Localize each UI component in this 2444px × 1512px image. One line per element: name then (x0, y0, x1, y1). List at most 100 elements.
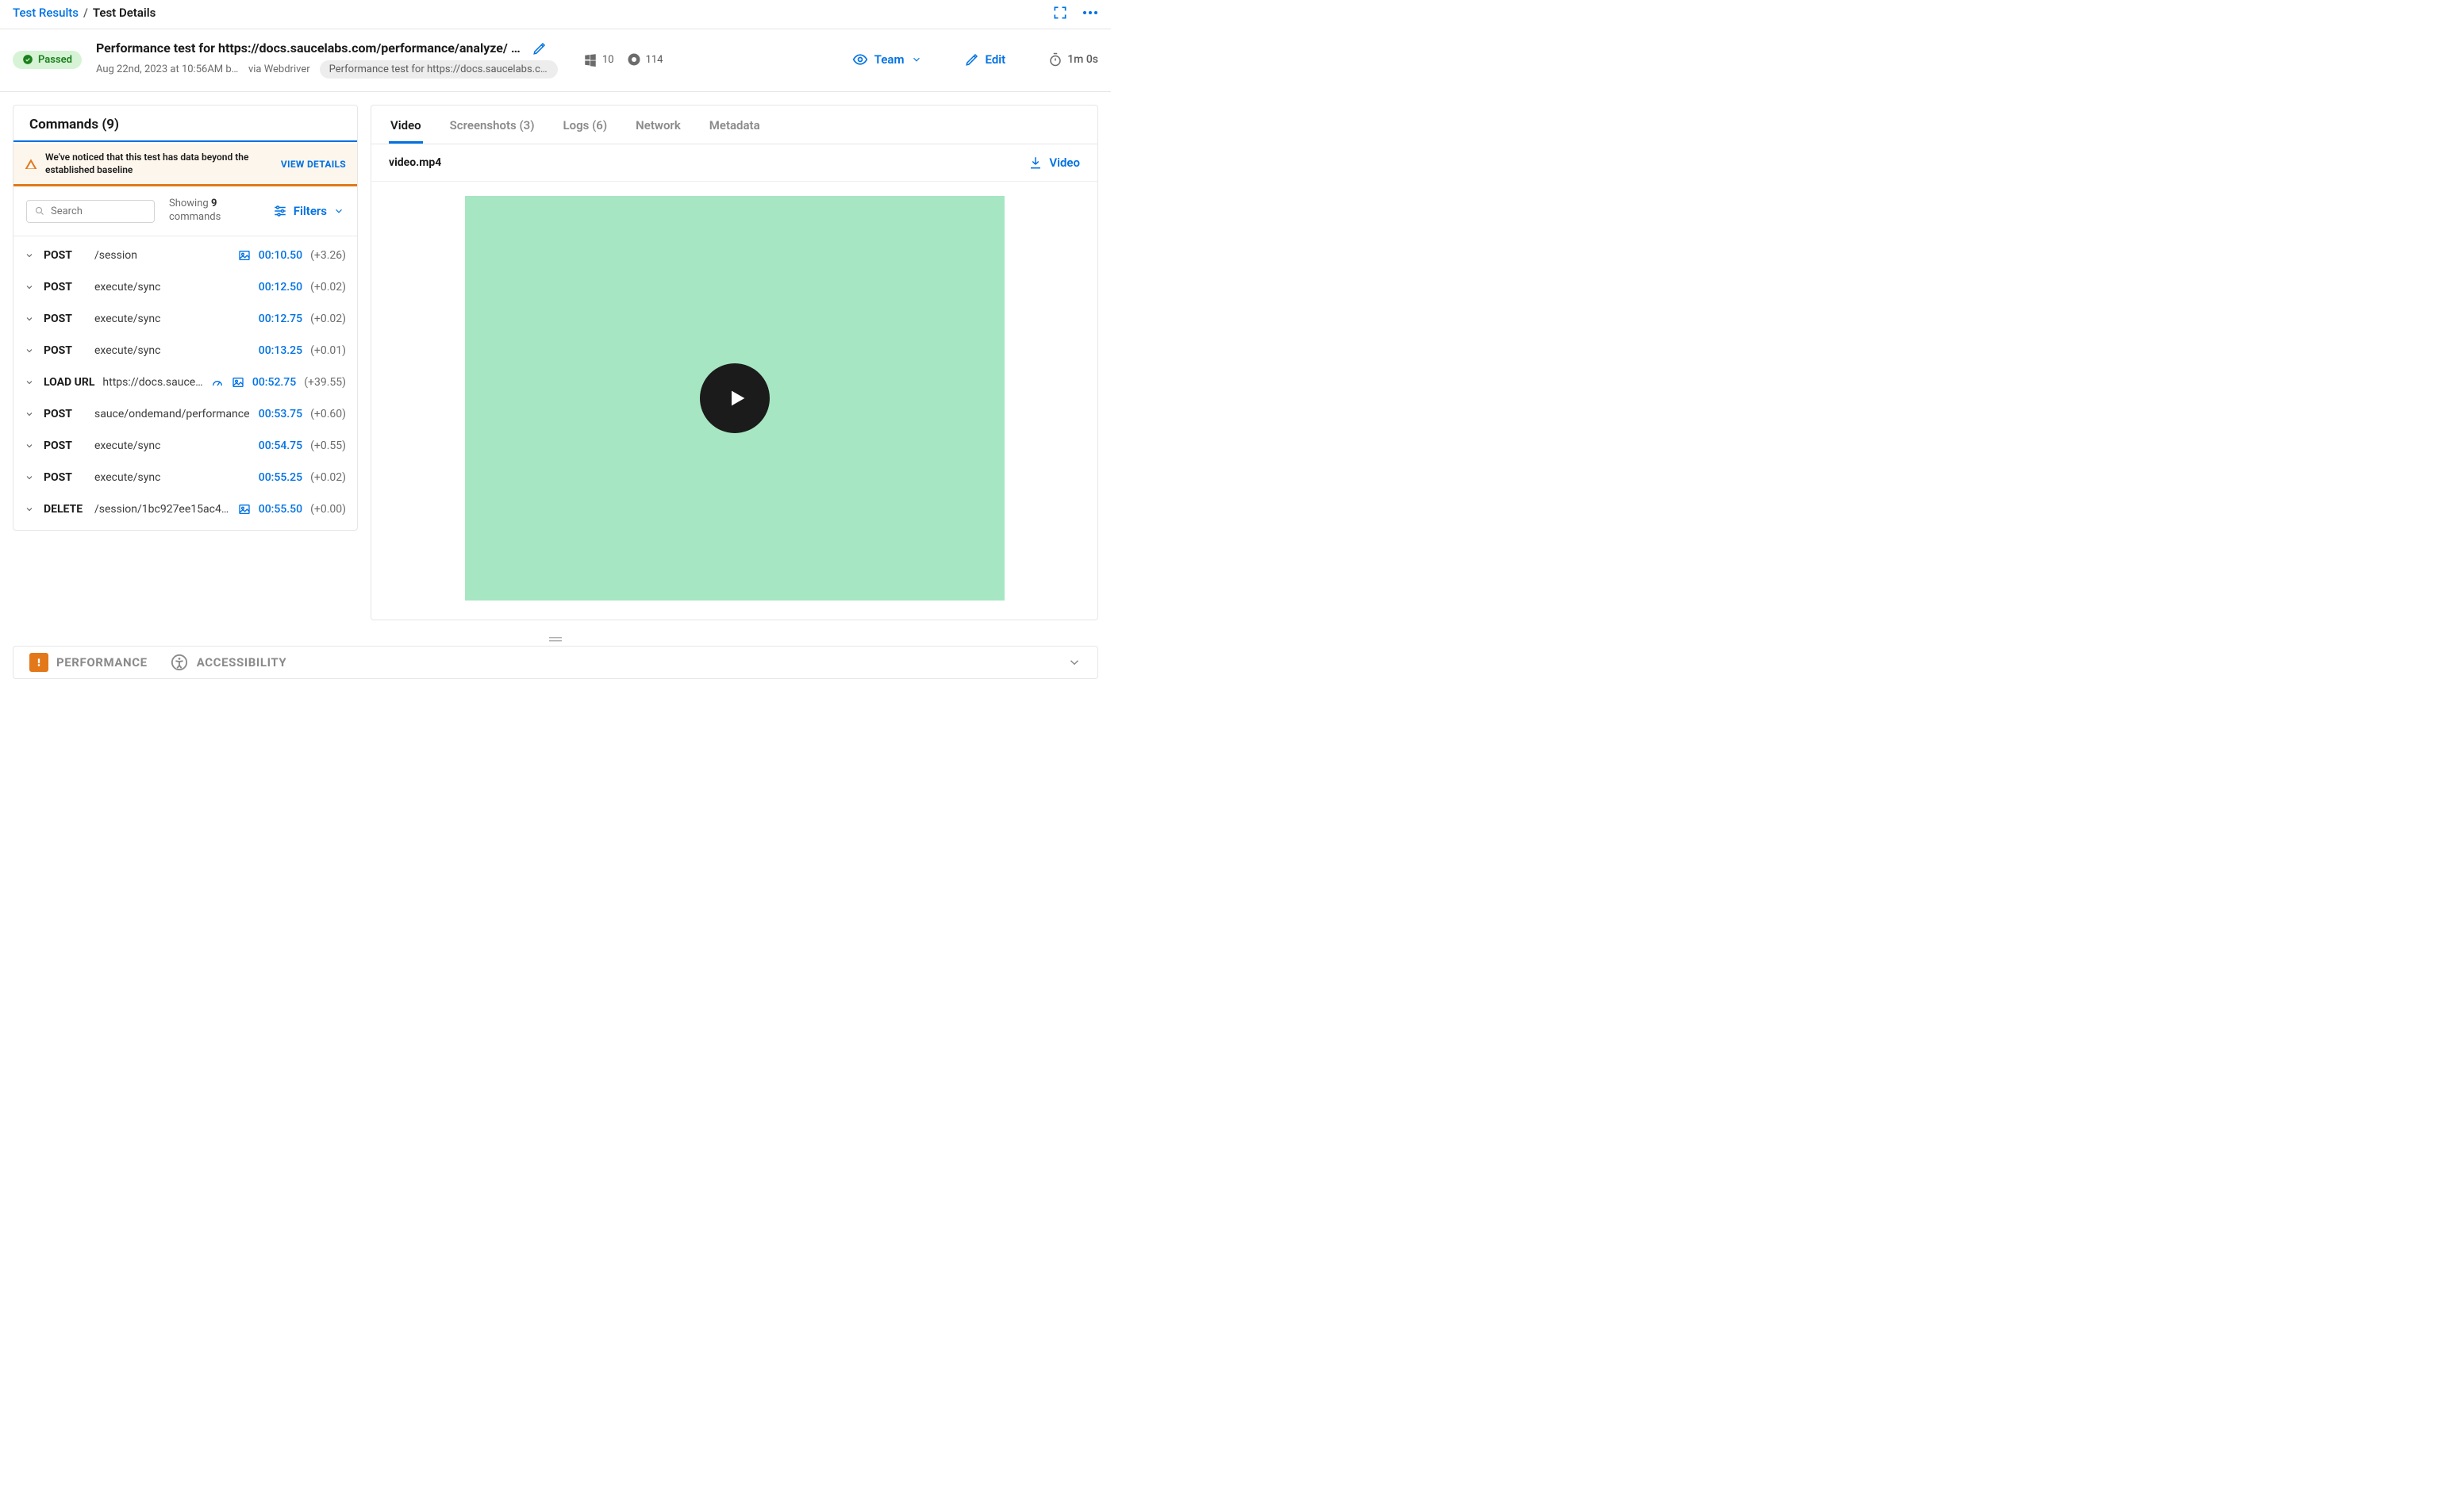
edit-title-icon[interactable] (532, 41, 547, 56)
download-video-button[interactable]: Video (1028, 155, 1080, 170)
command-row[interactable]: LOAD URLhttps://docs.saucelab...00:52.75… (13, 366, 357, 398)
breadcrumb-separator: / (83, 6, 88, 20)
tab-screenshots[interactable]: Screenshots (3) (448, 106, 536, 144)
commands-title: Commands (9) (13, 106, 357, 144)
chevron-down-icon[interactable] (25, 378, 36, 387)
tab-metadata[interactable]: Metadata (708, 106, 762, 144)
command-path: execute/sync (94, 344, 251, 357)
test-title: Performance test for https://docs.saucel… (96, 40, 525, 56)
windows-icon (583, 52, 598, 67)
check-circle-icon (22, 54, 33, 65)
chevron-down-icon (911, 54, 922, 65)
browser-version: 114 (646, 54, 663, 66)
exclamation-icon (29, 653, 48, 672)
media-panel: Video Screenshots (3) Logs (6) Network M… (371, 105, 1098, 620)
http-method: POST (44, 249, 86, 262)
team-label: Team (874, 52, 905, 67)
command-row[interactable]: POSTexecute/sync00:12.75(+0.02) (13, 303, 357, 335)
command-row[interactable]: DELETE/session/1bc927ee15ac4157a...00:55… (13, 493, 357, 525)
play-icon (726, 387, 748, 409)
command-delta: (+0.60) (310, 408, 346, 420)
baseline-warning: We've noticed that this test has data be… (13, 144, 357, 186)
chevron-down-icon[interactable] (25, 505, 36, 514)
accessibility-icon (170, 653, 189, 672)
via-label: via Webdriver (248, 63, 310, 75)
os-version: 10 (602, 54, 614, 66)
chevron-down-icon[interactable] (25, 251, 36, 260)
command-time[interactable]: 00:53.75 (259, 408, 302, 420)
command-time[interactable]: 00:55.50 (259, 503, 302, 516)
footer-tab-performance[interactable]: PERFORMANCE (29, 653, 148, 672)
test-header: Passed Performance test for https://docs… (0, 29, 1111, 92)
filters-button[interactable]: Filters (273, 204, 344, 218)
status-badge: Passed (13, 51, 82, 69)
team-dropdown[interactable]: Team (852, 52, 922, 67)
chevron-down-icon[interactable] (25, 441, 36, 451)
breadcrumb-parent-link[interactable]: Test Results (13, 6, 79, 20)
command-time[interactable]: 00:10.50 (259, 249, 302, 262)
eye-icon (852, 52, 868, 67)
screenshot-icon[interactable] (238, 503, 251, 516)
tab-logs[interactable]: Logs (6) (562, 106, 609, 144)
chevron-down-icon (333, 205, 344, 217)
chrome-icon (627, 52, 641, 67)
command-time[interactable]: 00:55.25 (259, 471, 302, 484)
edit-button[interactable]: Edit (965, 52, 1006, 67)
command-row[interactable]: POSTexecute/sync00:55.25(+0.02) (13, 462, 357, 493)
video-player[interactable] (465, 196, 1005, 601)
tab-network[interactable]: Network (634, 106, 682, 144)
screenshot-icon[interactable] (238, 249, 251, 262)
chevron-down-icon[interactable] (25, 346, 36, 355)
command-row[interactable]: POSTexecute/sync00:12.50(+0.02) (13, 271, 357, 303)
footer-tab-accessibility[interactable]: ACCESSIBILITY (170, 653, 287, 672)
command-delta: (+0.55) (310, 439, 346, 452)
showing-count: Showing 9 commands (169, 198, 221, 224)
commands-panel: Commands (9) We've noticed that this tes… (13, 105, 358, 531)
command-time[interactable]: 00:54.75 (259, 439, 302, 452)
command-row[interactable]: POST execute/sync 00:13.25 (+0.01) (13, 335, 357, 366)
command-search-input[interactable] (51, 205, 146, 217)
http-method: POST (44, 313, 86, 325)
command-list: POST/session00:10.50(+3.26)POSTexecute/s… (13, 236, 357, 530)
http-method: POST (44, 344, 86, 357)
command-time[interactable]: 00:12.75 (259, 313, 302, 325)
footer-acc-label: ACCESSIBILITY (197, 655, 287, 670)
tab-video[interactable]: Video (389, 106, 423, 144)
edit-label: Edit (986, 52, 1006, 67)
command-row[interactable]: POST/session00:10.50(+3.26) (13, 240, 357, 271)
download-label: Video (1049, 155, 1080, 170)
command-delta: (+0.02) (310, 313, 346, 325)
build-chip[interactable]: Performance test for https://docs.saucel… (320, 60, 558, 79)
filters-label: Filters (294, 204, 327, 218)
command-delta: (+0.01) (310, 344, 346, 357)
chevron-down-icon[interactable] (25, 314, 36, 324)
more-icon[interactable] (1082, 10, 1098, 15)
command-time[interactable]: 00:12.50 (259, 281, 302, 294)
command-delta: (+39.55) (304, 376, 346, 389)
command-path: https://docs.saucelab... (102, 376, 202, 389)
chevron-down-icon[interactable] (25, 409, 36, 419)
chevron-down-icon[interactable] (25, 282, 36, 292)
status-text: Passed (38, 54, 72, 66)
command-time[interactable]: 00:52.75 (252, 376, 296, 389)
resize-handle[interactable] (0, 633, 1111, 646)
screenshot-icon[interactable] (232, 376, 244, 389)
command-row[interactable]: POSTexecute/sync00:54.75(+0.55) (13, 430, 357, 462)
http-method: POST (44, 408, 86, 420)
view-details-link[interactable]: VIEW DETAILS (281, 159, 346, 170)
play-button[interactable] (700, 363, 770, 433)
command-delta: (+3.26) (310, 249, 346, 262)
command-search[interactable] (26, 200, 155, 223)
command-path: execute/sync (94, 281, 251, 294)
video-filename: video.mp4 (389, 156, 441, 169)
command-time[interactable]: 00:13.25 (259, 344, 302, 357)
footer-perf-label: PERFORMANCE (56, 655, 148, 670)
http-method: POST (44, 471, 86, 484)
gauge-icon[interactable] (211, 376, 224, 389)
footer-collapse-icon[interactable] (1067, 655, 1082, 670)
command-path: /session/1bc927ee15ac4157a... (94, 503, 230, 516)
chevron-down-icon[interactable] (25, 473, 36, 482)
fullscreen-icon[interactable] (1052, 5, 1068, 21)
command-row[interactable]: POSTsauce/ondemand/performance00:53.75(+… (13, 398, 357, 430)
command-delta: (+0.00) (310, 503, 346, 516)
